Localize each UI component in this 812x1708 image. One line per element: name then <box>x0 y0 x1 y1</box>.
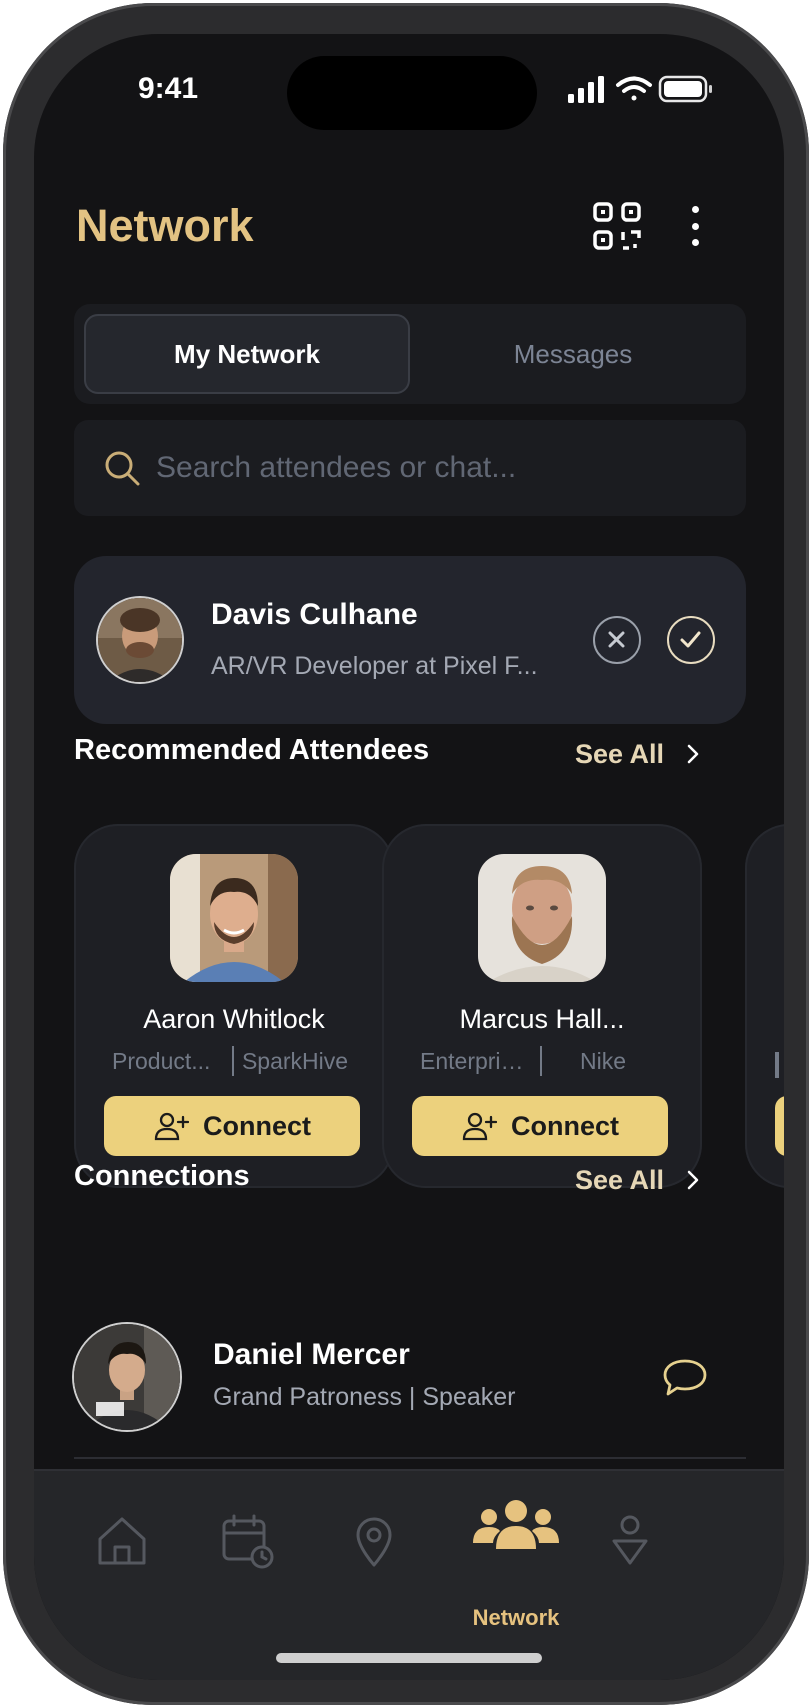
connect-label: Connect <box>203 1110 311 1141</box>
avatar <box>98 598 182 682</box>
battery-icon <box>658 75 712 103</box>
chat-bubble-icon <box>663 1359 707 1396</box>
search-icon <box>105 451 140 486</box>
attendee-meta: Product... SparkHive <box>94 1046 374 1076</box>
nav-network-label: Network <box>472 1605 560 1630</box>
connect-label: Connect <box>511 1110 619 1141</box>
signal-icon <box>568 76 604 103</box>
tab-messages[interactable]: Messages <box>410 314 736 394</box>
user-icon <box>612 1515 648 1565</box>
list-separator <box>74 1457 746 1459</box>
search-input[interactable] <box>156 420 716 516</box>
home-icon <box>98 1517 146 1565</box>
more-dot <box>691 239 699 246</box>
wifi-icon <box>616 76 652 101</box>
see-all-label: See All <box>575 738 665 769</box>
chat-button[interactable] <box>661 1356 709 1400</box>
tab-my-network[interactable]: My Network <box>84 314 410 394</box>
calendar-icon <box>222 1514 274 1569</box>
home-indicator <box>276 1653 542 1663</box>
phone-frame: 9:41 Network My Network Messages Search … <box>3 3 809 1705</box>
check-icon <box>680 631 701 648</box>
attendee-photo <box>170 854 298 982</box>
attendee-role: Enterpris... <box>420 1047 532 1074</box>
people-icon <box>473 1500 559 1549</box>
status-time: 9:41 <box>138 72 199 105</box>
more-dot <box>691 206 699 213</box>
attendee-card-partial[interactable] <box>745 824 784 1188</box>
close-icon <box>608 631 625 648</box>
status-icons <box>568 75 712 103</box>
attendee-company: Nike <box>579 1047 626 1074</box>
recommended-title: Recommended Attendees <box>74 734 430 766</box>
connection-request-card: Davis Culhane AR/VR Developer at Pixel F… <box>74 556 746 724</box>
attendee-card[interactable]: Aaron Whitlock Product... SparkHive Conn… <box>74 824 394 1188</box>
page-title: Network <box>76 200 254 251</box>
attendee-role: Product... <box>112 1047 211 1074</box>
chevron-right-icon <box>687 1170 699 1190</box>
connect-button[interactable]: Connect <box>104 1096 360 1156</box>
nav-network[interactable] <box>471 1497 561 1553</box>
see-all-label: See All <box>575 1164 665 1195</box>
connect-button-partial[interactable] <box>775 1096 784 1156</box>
decline-button[interactable] <box>593 616 641 664</box>
nav-map[interactable] <box>344 1511 404 1571</box>
attendee-photo <box>478 854 606 982</box>
app-screen: 9:41 Network My Network Messages Search … <box>34 34 784 1680</box>
qr-code-icon <box>593 202 641 250</box>
search-bar <box>74 420 746 516</box>
attendee-name: Aaron Whitlock <box>143 1004 325 1034</box>
add-user-icon <box>462 1112 497 1141</box>
connection-avatar[interactable] <box>74 1324 180 1430</box>
connection-name: Daniel Mercer <box>213 1338 410 1371</box>
network-tabs: My Network Messages <box>74 304 746 404</box>
attendee-company: SparkHive <box>241 1047 349 1074</box>
more-options-button[interactable] <box>685 202 705 250</box>
requester-role: AR/VR Developer at Pixel F... <box>211 652 538 680</box>
connect-button[interactable]: Connect <box>412 1096 668 1156</box>
attendee-card[interactable]: Marcus Hall... Enterpris... Nike Connect <box>382 824 702 1188</box>
nav-schedule[interactable] <box>218 1511 278 1571</box>
location-pin-icon <box>356 1517 392 1567</box>
recommended-see-all[interactable]: See All <box>575 734 700 774</box>
nav-profile[interactable] <box>600 1511 660 1571</box>
dynamic-island <box>287 56 537 130</box>
accept-button[interactable] <box>667 616 715 664</box>
connection-role: Grand Patroness | Speaker <box>213 1383 516 1411</box>
attendee-name: Marcus Hall... <box>459 1004 625 1034</box>
more-dot <box>691 222 699 230</box>
nav-home[interactable] <box>92 1511 152 1571</box>
attendee-meta: Enterpris... Nike <box>402 1046 682 1076</box>
add-user-icon <box>154 1112 189 1141</box>
qr-code-button[interactable] <box>591 200 643 252</box>
meta-divider <box>775 1052 779 1078</box>
connections-title: Connections <box>74 1160 250 1192</box>
connections-see-all[interactable]: See All <box>575 1160 700 1200</box>
requester-name: Davis Culhane <box>211 598 418 631</box>
chevron-right-icon <box>687 744 699 764</box>
bottom-navigation: Network <box>34 1469 784 1680</box>
